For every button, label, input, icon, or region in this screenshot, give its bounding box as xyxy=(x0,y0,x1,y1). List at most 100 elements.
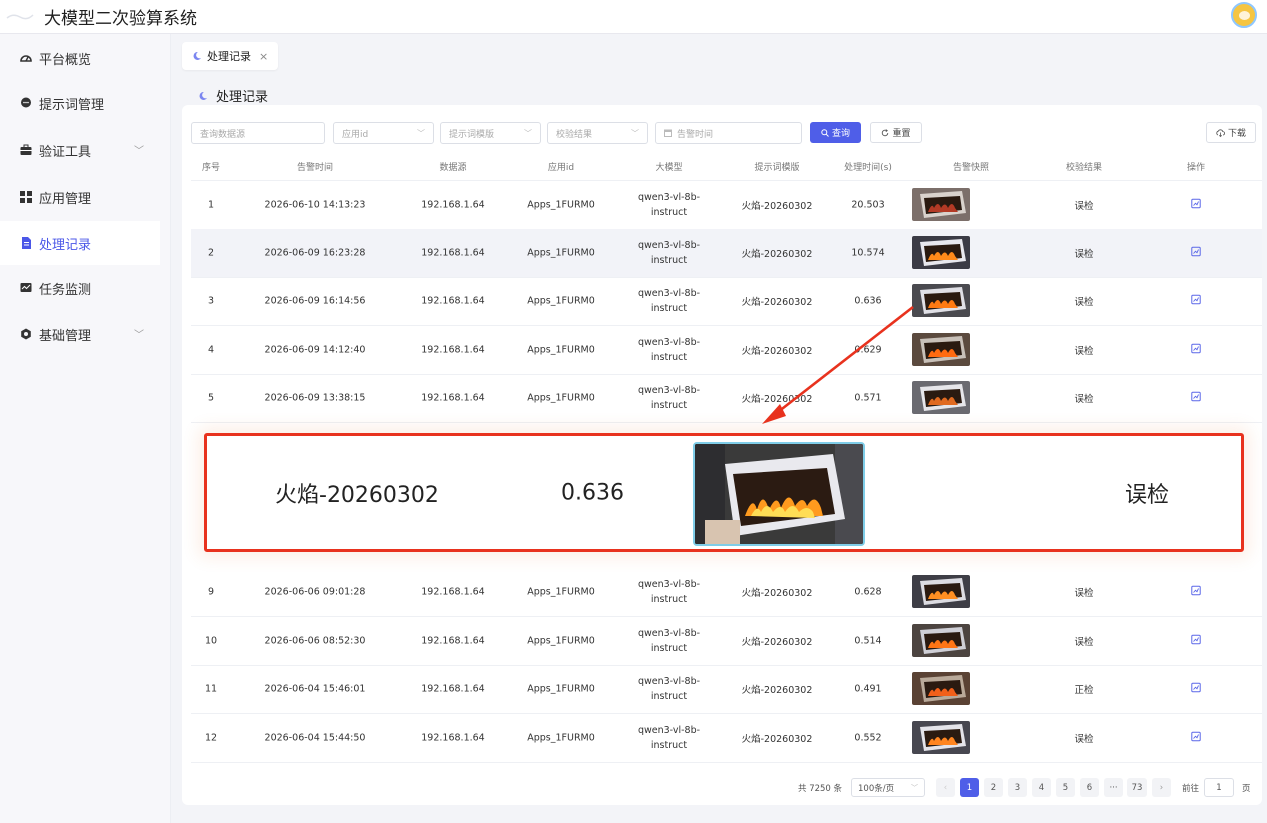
close-icon[interactable]: × xyxy=(259,50,268,63)
sidebar-item-label: 基础管理 xyxy=(39,328,92,344)
column-header: 应用id xyxy=(547,163,575,173)
sidebar-item-label: 平台概览 xyxy=(39,52,92,68)
sidebar-item-base[interactable]: 基础管理 ﹀ xyxy=(0,312,160,356)
sidebar-item-label: 处理记录 xyxy=(39,237,92,253)
snapshot-thumbnail[interactable] xyxy=(912,624,970,657)
chevron-down-icon: ﹀ xyxy=(524,129,532,138)
view-detail-icon[interactable] xyxy=(1191,246,1201,260)
sidebar-item-monitor[interactable]: 任务监测 xyxy=(0,266,160,310)
sidebar-item-prompts[interactable]: 提示词管理 xyxy=(0,81,160,125)
cell-source: 192.168.1.64 xyxy=(421,683,485,695)
moon-icon xyxy=(199,91,207,100)
cell-source: 192.168.1.64 xyxy=(421,295,485,307)
page-button-5[interactable]: 5 xyxy=(1056,778,1075,797)
sidebar-item-label: 任务监测 xyxy=(39,282,92,298)
snapshot-thumbnail[interactable] xyxy=(912,381,970,414)
cell-model: qwen3-vl-8b-instruct xyxy=(638,335,700,365)
page-ellipsis[interactable]: ··· xyxy=(1104,778,1123,797)
page-button-4[interactable]: 4 xyxy=(1032,778,1051,797)
template-select[interactable]: 提示词模版 ﹀ xyxy=(440,122,541,144)
goto-page-input[interactable]: 1 xyxy=(1204,778,1234,797)
cell-result: 误检 xyxy=(1074,297,1094,308)
cell-template: 火焰-20260302 xyxy=(741,685,813,696)
snapshot-thumbnail[interactable] xyxy=(912,672,970,705)
snapshot-thumbnail[interactable] xyxy=(912,284,970,317)
cell-model: qwen3-vl-8b-instruct xyxy=(638,723,700,753)
chevron-down-icon: ﹀ xyxy=(631,129,639,138)
page-button-73[interactable]: 73 xyxy=(1127,778,1147,797)
search-placeholder: 查询数据源 xyxy=(200,129,246,140)
cell-result: 误检 xyxy=(1074,588,1094,599)
cell-duration: 0.636 xyxy=(854,295,882,307)
model-line: instruct xyxy=(650,207,688,218)
sidebar-item-records[interactable]: 处理记录 xyxy=(0,221,160,265)
cell-time: 2026-06-09 13:38:15 xyxy=(264,392,366,404)
model-line: qwen3-vl-8b- xyxy=(637,725,701,736)
pagination-total: 共 7250 条 xyxy=(798,784,843,794)
snapshot-thumbnail[interactable] xyxy=(912,333,970,366)
cell-duration: 0.491 xyxy=(854,683,882,695)
model-line: instruct xyxy=(650,303,688,314)
snapshot-thumbnail[interactable] xyxy=(912,236,970,269)
table-row: 2 2026-06-09 16:23:28 192.168.1.64 Apps_1FU… xyxy=(191,229,1262,278)
sidebar-item-apps[interactable]: 应用管理 xyxy=(0,175,160,219)
view-detail-icon[interactable] xyxy=(1191,391,1201,405)
page-button-1[interactable]: 1 xyxy=(960,778,979,797)
cell-no: 1 xyxy=(207,199,215,211)
search-input[interactable]: 查询数据源 xyxy=(191,122,325,144)
query-button[interactable]: 查询 xyxy=(810,122,861,143)
snapshot-thumbnail[interactable] xyxy=(912,188,970,221)
prev-page-button[interactable]: ‹ xyxy=(936,778,955,797)
page-button-3[interactable]: 3 xyxy=(1008,778,1027,797)
cell-app: Apps_1FURM0 xyxy=(527,247,595,259)
model-line: instruct xyxy=(650,255,688,266)
alarm-time-picker[interactable]: 告警时间 xyxy=(655,122,802,144)
page-button-6[interactable]: 6 xyxy=(1080,778,1099,797)
cell-no: 10 xyxy=(204,635,218,647)
alarm-time-placeholder: 告警时间 xyxy=(677,129,714,140)
tab-records[interactable]: 处理记录 × xyxy=(182,42,279,70)
view-detail-icon[interactable] xyxy=(1191,294,1201,308)
cell-source: 192.168.1.64 xyxy=(421,247,485,259)
column-header: 数据源 xyxy=(439,163,467,173)
cell-source: 192.168.1.64 xyxy=(421,344,485,356)
model-line: instruct xyxy=(650,691,688,702)
page-size-select[interactable]: 100条/页 ﹀ xyxy=(851,778,925,797)
snapshot-thumbnail[interactable] xyxy=(912,575,970,608)
sidebar-item-tools[interactable]: 验证工具 ﹀ xyxy=(0,128,160,172)
cell-time: 2026-06-09 14:12:40 xyxy=(264,344,366,356)
cell-no: 11 xyxy=(204,683,218,695)
user-avatar[interactable] xyxy=(1231,2,1257,28)
view-detail-icon[interactable] xyxy=(1191,682,1201,696)
cell-app: Apps_1FURM0 xyxy=(527,683,595,695)
sidebar-item-overview[interactable]: 平台概览 xyxy=(0,36,160,80)
cell-result: 误检 xyxy=(1074,249,1094,260)
cell-app: Apps_1FURM0 xyxy=(527,199,595,211)
template-placeholder: 提示词模版 xyxy=(449,129,495,140)
snapshot-thumbnail[interactable] xyxy=(912,721,970,754)
cell-no: 3 xyxy=(207,295,215,307)
model-line: qwen3-vl-8b- xyxy=(637,288,701,299)
column-header: 大模型 xyxy=(655,163,683,173)
cell-no: 12 xyxy=(204,732,218,744)
view-detail-icon[interactable] xyxy=(1191,343,1201,357)
result-select[interactable]: 校验结果 ﹀ xyxy=(547,122,648,144)
reset-button[interactable]: 重置 xyxy=(870,122,922,143)
model-line: instruct xyxy=(650,594,688,605)
view-detail-icon[interactable] xyxy=(1191,585,1201,599)
app-title: 大模型二次验算系统 xyxy=(44,9,197,29)
app-id-select[interactable]: 应用id ﹀ xyxy=(333,122,434,144)
view-detail-icon[interactable] xyxy=(1191,198,1201,212)
download-label: 下载 xyxy=(1227,129,1246,139)
column-header: 校验结果 xyxy=(1065,163,1103,173)
next-page-button[interactable]: › xyxy=(1152,778,1171,797)
table-row: 10 2026-06-06 08:52:30 192.168.1.64 Apps_1F… xyxy=(191,617,1262,666)
cell-duration: 20.503 xyxy=(851,199,885,211)
cell-app: Apps_1FURM0 xyxy=(527,732,595,744)
cell-app: Apps_1FURM0 xyxy=(527,586,595,598)
cell-no: 9 xyxy=(207,586,215,598)
view-detail-icon[interactable] xyxy=(1191,731,1201,745)
view-detail-icon[interactable] xyxy=(1191,634,1201,648)
download-button[interactable]: 下载 xyxy=(1206,122,1256,143)
page-button-2[interactable]: 2 xyxy=(984,778,1003,797)
